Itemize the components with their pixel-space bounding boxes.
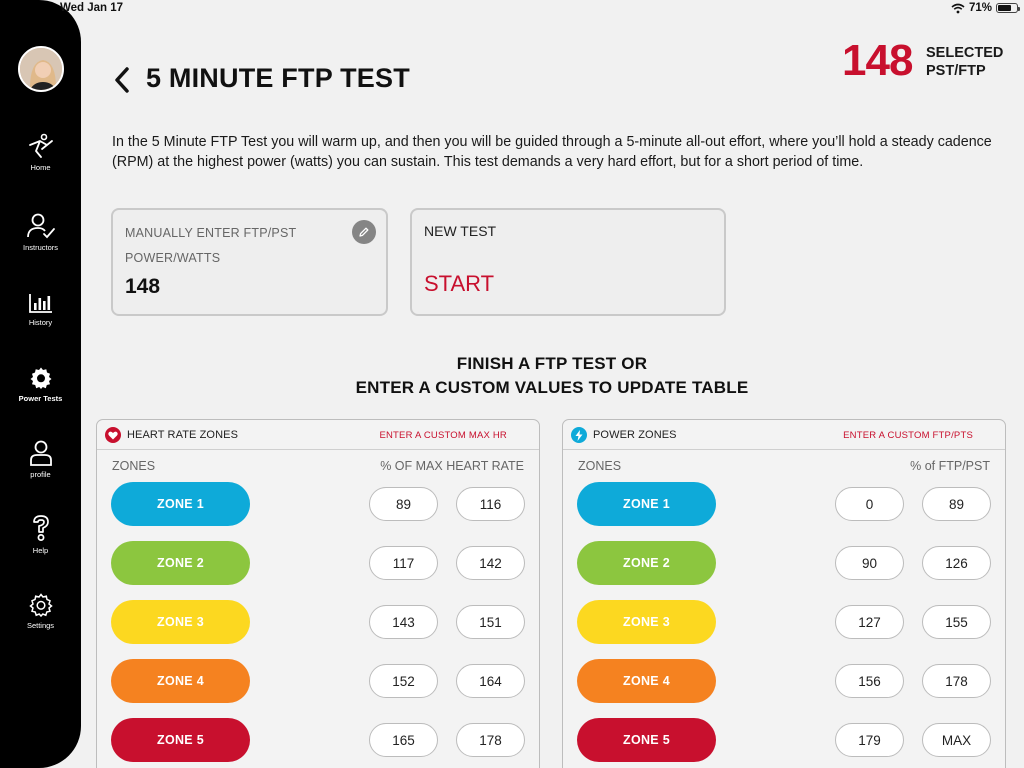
rider-icon bbox=[28, 133, 53, 158]
zone-3-max[interactable]: 155 bbox=[922, 605, 991, 639]
sidebar-item-power-tests[interactable]: Power Tests bbox=[0, 366, 81, 403]
back-chevron-icon[interactable] bbox=[112, 66, 132, 94]
panel-title: HEART RATE ZONES bbox=[127, 429, 239, 441]
zone-4-pill: ZONE 4 bbox=[111, 659, 250, 703]
status-bar: Wed Jan 17 71% bbox=[0, 0, 1024, 18]
zone-3-max[interactable]: 151 bbox=[456, 605, 525, 639]
custom-max-hr-link[interactable]: ENTER A CUSTOM MAX HR bbox=[379, 430, 507, 441]
power-watts-label: POWER/WATTS bbox=[125, 251, 221, 265]
sidebar-item-help[interactable]: Help bbox=[0, 514, 81, 555]
battery-percent: 71% bbox=[968, 2, 992, 14]
gear-icon bbox=[30, 367, 51, 389]
zone-3-min[interactable]: 127 bbox=[835, 605, 904, 639]
selected-ftp-value: 148 bbox=[842, 36, 913, 85]
sidebar-item-label: profile bbox=[30, 470, 51, 479]
zone-1-pill: ZONE 1 bbox=[577, 482, 716, 526]
zone-2-min[interactable]: 90 bbox=[835, 546, 904, 580]
zone-5-max[interactable]: 178 bbox=[456, 723, 525, 757]
new-test-card[interactable]: NEW TEST START bbox=[410, 208, 726, 316]
start-button[interactable]: START bbox=[424, 271, 494, 297]
zones-column-header: ZONES bbox=[578, 459, 622, 473]
lightning-icon bbox=[571, 427, 587, 443]
zone-3-pill: ZONE 3 bbox=[111, 600, 250, 644]
zone-5-min[interactable]: 165 bbox=[369, 723, 438, 757]
wifi-icon bbox=[951, 3, 965, 13]
finish-text-line-1: FINISH A FTP TEST OR bbox=[456, 354, 648, 373]
sidebar-item-label: Home bbox=[30, 163, 51, 172]
zone-4-pill: ZONE 4 bbox=[577, 659, 716, 703]
zone-5-pill: ZONE 5 bbox=[111, 718, 250, 762]
avatar[interactable] bbox=[18, 46, 64, 92]
zone-2-pill: ZONE 2 bbox=[111, 541, 250, 585]
panel-header: POWER ZONES ENTER A CUSTOM FTP/PTS bbox=[563, 420, 1005, 450]
page-title: 5 MINUTE FTP TEST bbox=[146, 63, 410, 93]
panel-header: HEART RATE ZONES ENTER A CUSTOM MAX HR bbox=[97, 420, 539, 450]
instructor-icon bbox=[26, 213, 55, 239]
zone-3-min[interactable]: 143 bbox=[369, 605, 438, 639]
new-test-label: NEW TEST bbox=[424, 223, 497, 239]
settings-icon bbox=[28, 593, 53, 617]
zone-1-max[interactable]: 116 bbox=[456, 487, 525, 521]
sidebar-item-settings[interactable]: Settings bbox=[0, 593, 81, 630]
zone-4-max[interactable]: 164 bbox=[456, 664, 525, 698]
sidebar-item-label: Power Tests bbox=[18, 394, 63, 403]
finish-instructions: FINISH A FTP TEST OR ENTER A CUSTOM VALU… bbox=[300, 352, 804, 399]
manual-ftp-value: 148 bbox=[125, 275, 161, 298]
selected-label-line-1: SELECTED bbox=[926, 45, 1004, 61]
sidebar: Home Instructors History Power Tests pro… bbox=[0, 0, 81, 768]
sidebar-item-profile[interactable]: profile bbox=[0, 440, 81, 479]
custom-ftp-link[interactable]: ENTER A CUSTOM FTP/PTS bbox=[843, 430, 973, 441]
chart-icon bbox=[28, 294, 52, 313]
values-column-header: % of FTP/PST bbox=[910, 459, 990, 473]
status-indicators: 71% bbox=[951, 2, 1020, 14]
sidebar-item-label: Help bbox=[32, 546, 49, 555]
zone-1-max[interactable]: 89 bbox=[922, 487, 991, 521]
pencil-icon bbox=[359, 227, 369, 237]
person-icon bbox=[29, 440, 52, 466]
test-description: In the 5 Minute FTP Test you will warm u… bbox=[112, 134, 992, 170]
manual-ftp-card[interactable]: MANUALLY ENTER FTP/PST POWER/WATTS 148 bbox=[111, 208, 388, 316]
zone-2-min[interactable]: 117 bbox=[369, 546, 438, 580]
zone-2-max[interactable]: 126 bbox=[922, 546, 991, 580]
zone-2-pill: ZONE 2 bbox=[577, 541, 716, 585]
panel-title: POWER ZONES bbox=[593, 429, 677, 441]
zone-5-max[interactable]: MAX bbox=[922, 723, 991, 757]
sidebar-item-label: Instructors bbox=[22, 243, 58, 252]
zone-3-pill: ZONE 3 bbox=[577, 600, 716, 644]
question-icon bbox=[32, 515, 49, 541]
zone-1-pill: ZONE 1 bbox=[111, 482, 250, 526]
zone-1-min[interactable]: 0 bbox=[835, 487, 904, 521]
finish-text-line-2: ENTER A CUSTOM VALUES TO UPDATE TABLE bbox=[355, 377, 749, 397]
sidebar-item-label: Settings bbox=[26, 621, 55, 630]
battery-icon bbox=[996, 3, 1020, 13]
manual-ftp-label: MANUALLY ENTER FTP/PST bbox=[125, 226, 297, 240]
zone-1-min[interactable]: 89 bbox=[369, 487, 438, 521]
zone-5-pill: ZONE 5 bbox=[577, 718, 716, 762]
selected-ftp-label: SELECTED PST/FTP bbox=[926, 44, 1003, 80]
zone-2-max[interactable]: 142 bbox=[456, 546, 525, 580]
heart-rate-zones-panel: HEART RATE ZONES ENTER A CUSTOM MAX HR Z… bbox=[96, 419, 540, 768]
values-column-header: % OF MAX HEART RATE bbox=[380, 459, 524, 473]
sidebar-item-history[interactable]: History bbox=[0, 292, 81, 327]
zone-4-min[interactable]: 156 bbox=[835, 664, 904, 698]
zones-column-header: ZONES bbox=[112, 459, 156, 473]
edit-ftp-button[interactable] bbox=[352, 220, 376, 244]
sidebar-item-label: History bbox=[28, 318, 53, 327]
sidebar-item-instructors[interactable]: Instructors bbox=[0, 213, 81, 252]
zone-4-max[interactable]: 178 bbox=[922, 664, 991, 698]
zone-4-min[interactable]: 152 bbox=[369, 664, 438, 698]
status-time: Wed Jan 17 bbox=[60, 2, 124, 14]
power-zones-panel: POWER ZONES ENTER A CUSTOM FTP/PTS ZONES… bbox=[562, 419, 1006, 768]
zone-5-min[interactable]: 179 bbox=[835, 723, 904, 757]
sidebar-item-home[interactable]: Home bbox=[0, 133, 81, 172]
heart-icon bbox=[105, 427, 121, 443]
selected-label-line-2: PST/FTP bbox=[926, 63, 986, 79]
